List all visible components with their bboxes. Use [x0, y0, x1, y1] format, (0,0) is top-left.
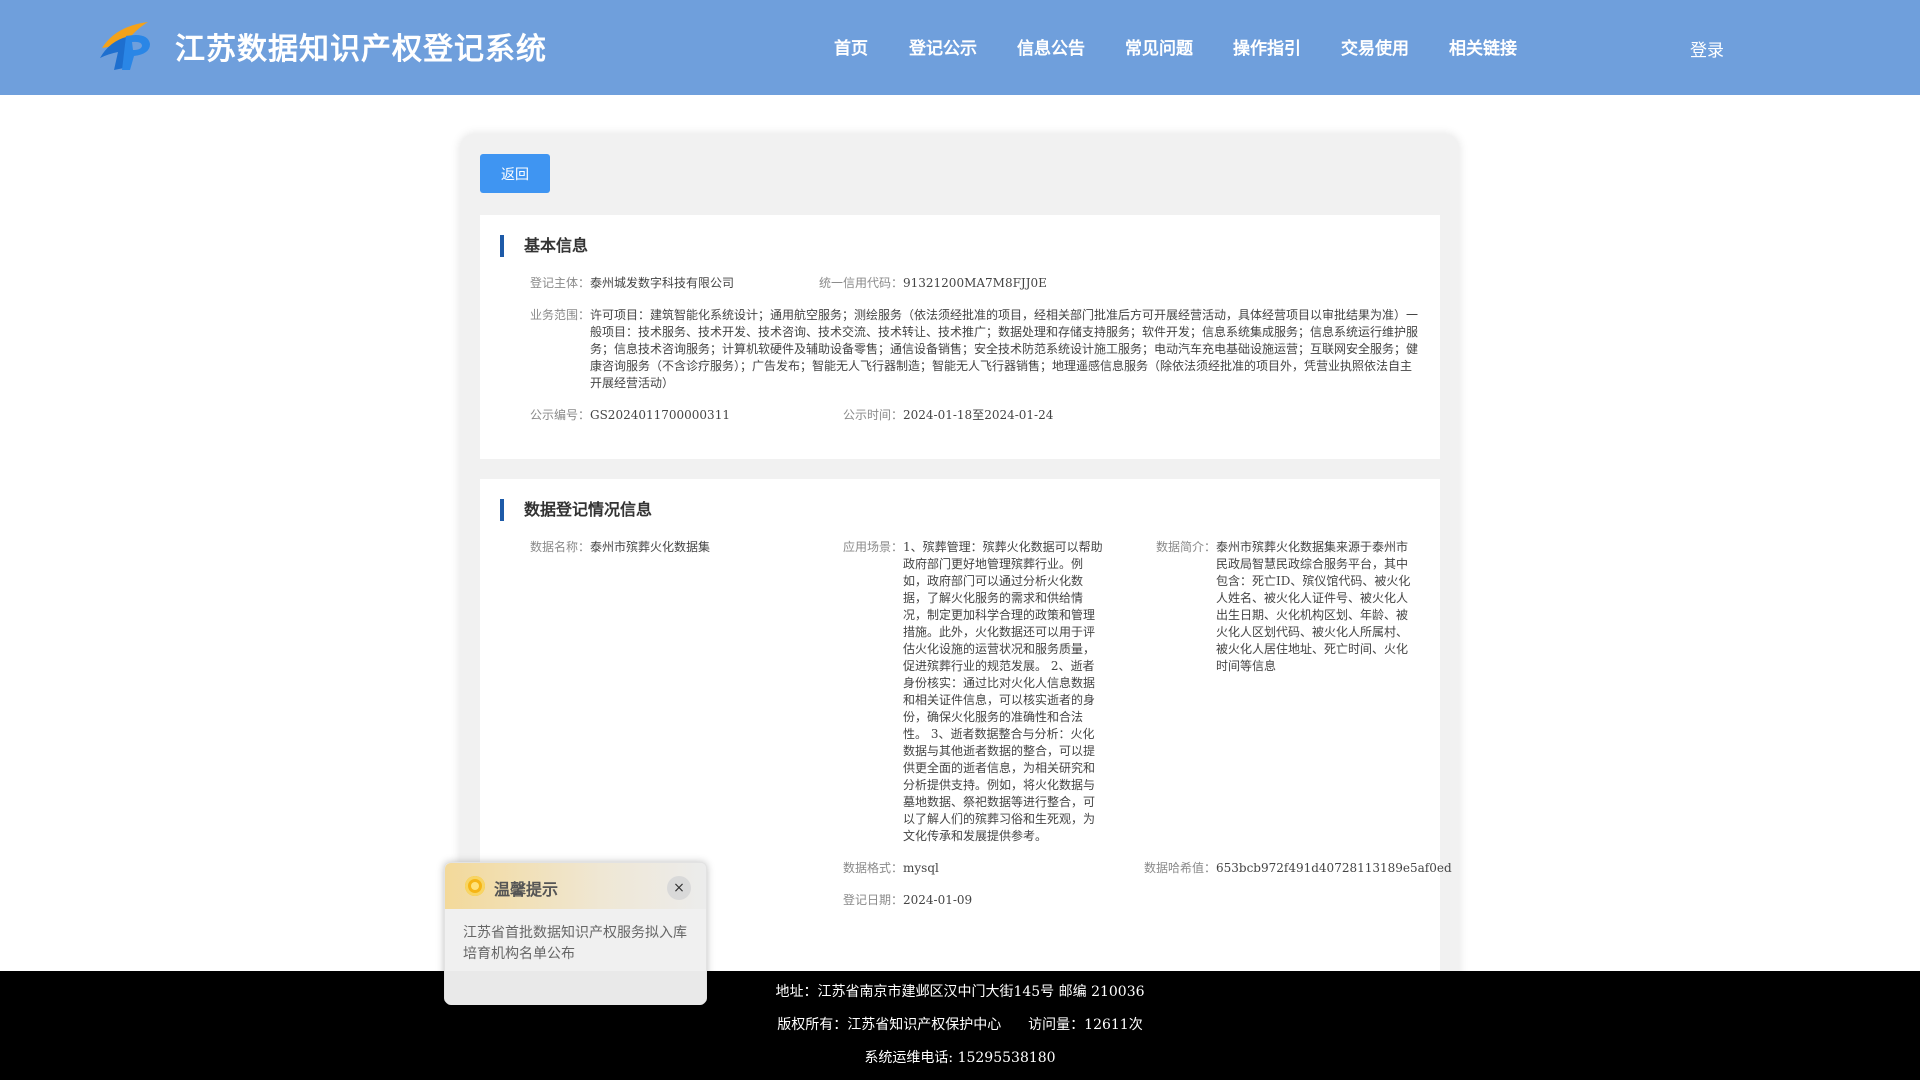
nav-home[interactable]: 首页 [834, 34, 868, 59]
registrant-label: 登记主体： [530, 276, 591, 290]
notice-no-label: 公示编号： [530, 408, 591, 422]
application-scene-label: 应用场景： [843, 540, 904, 554]
popup-header: 温馨提示 × [445, 863, 706, 909]
notice-no-value: GS2024011700000311 [590, 408, 730, 422]
nav-guide[interactable]: 操作指引 [1233, 34, 1301, 59]
close-icon[interactable]: × [667, 876, 691, 900]
nav-related-links[interactable]: 相关链接 [1449, 34, 1517, 59]
site-header: 江苏数据知识产权登记系统 首页 登记公示 信息公告 常见问题 操作指引 交易使用… [0, 0, 1920, 95]
footer-visit-count: 访问量：12611次 [1028, 1017, 1143, 1033]
nav-info-announcement[interactable]: 信息公告 [1017, 34, 1085, 59]
site-logo[interactable] [96, 18, 156, 72]
popup-title: 温馨提示 [494, 880, 559, 899]
data-hash-value: 653bcb972f491d40728113189e5af0ed [1216, 861, 1452, 875]
credit-code-value: 91321200MA7M8FJJ0E [903, 276, 1047, 290]
login-link[interactable]: 登录 [1690, 36, 1724, 61]
business-scope-label: 业务范围： [530, 308, 591, 322]
sun-icon [465, 876, 485, 896]
data-intro-field: 数据简介： 泰州市殡葬火化数据集来源于泰州市民政局智慧民政综合服务平台，其中包含… [1156, 539, 1426, 679]
footer-address: 地址：江苏省南京市建邺区汉中门大街145号 邮编 210036 [775, 984, 1145, 1000]
footer-copyright: 版权所有：江苏省知识产权保护中心 [777, 1017, 1002, 1033]
application-scene-field: 应用场景： 1、殡葬管理：殡葬火化数据可以帮助政府部门更好地管理殡葬行业。例如，… [843, 539, 1113, 849]
popup-notice-link[interactable]: 江苏省首批数据知识产权服务拟入库培育机构名单公布 [463, 923, 693, 965]
nav-registration-notice[interactable]: 登记公示 [909, 34, 977, 59]
section-title-data-registration: 数据登记情况信息 [500, 499, 652, 521]
data-name-value: 泰州市殡葬火化数据集 [590, 540, 711, 554]
data-hash-label: 数据哈希值： [1144, 861, 1217, 875]
notice-popup: 温馨提示 × 江苏省首批数据知识产权服务拟入库培育机构名单公布 [444, 862, 707, 1005]
application-scene-value: 1、殡葬管理：殡葬火化数据可以帮助政府部门更好地管理殡葬行业。例如，政府部门可以… [903, 540, 1103, 843]
registration-date-label: 登记日期： [843, 893, 904, 907]
business-scope-value: 许可项目：建筑智能化系统设计；通用航空服务；测绘服务（依法须经批准的项目，经相关… [590, 308, 1419, 390]
footer-copyright-line: 版权所有：江苏省知识产权保护中心 访问量：12611次 [0, 1014, 1920, 1034]
nav-trade-usage[interactable]: 交易使用 [1341, 34, 1409, 59]
data-format-value: mysql [903, 861, 939, 875]
registrant-value: 泰州城发数字科技有限公司 [590, 276, 735, 290]
nav-faq[interactable]: 常见问题 [1125, 34, 1193, 59]
data-format-label: 数据格式： [843, 861, 904, 875]
credit-code-label: 统一信用代码： [819, 276, 904, 290]
site-footer: 地址：江苏省南京市建邺区汉中门大街145号 邮编 210036 版权所有：江苏省… [0, 971, 1920, 1080]
notice-time-label: 公示时间： [843, 408, 904, 422]
footer-phone: 系统运维电话: 15295538180 [864, 1050, 1056, 1066]
notice-time-value: 2024-01-18至2024-01-24 [903, 408, 1054, 422]
registration-date-value: 2024-01-09 [903, 893, 973, 907]
data-name-label: 数据名称： [530, 540, 591, 554]
back-button[interactable]: 返回 [480, 154, 550, 193]
business-scope-field: 业务范围： 许可项目：建筑智能化系统设计；通用航空服务；测绘服务（依法须经批准的… [530, 307, 1420, 397]
data-intro-value: 泰州市殡葬火化数据集来源于泰州市民政局智慧民政综合服务平台，其中包含：死亡ID、… [1216, 540, 1411, 673]
data-intro-label: 数据简介： [1156, 540, 1217, 554]
popup-footer [445, 971, 706, 1005]
section-title-basic-info: 基本信息 [500, 235, 588, 257]
site-title: 江苏数据知识产权登记系统 [175, 32, 547, 67]
basic-info-section: 基本信息 登记主体： 泰州城发数字科技有限公司 统一信用代码： 91321200… [480, 215, 1440, 459]
